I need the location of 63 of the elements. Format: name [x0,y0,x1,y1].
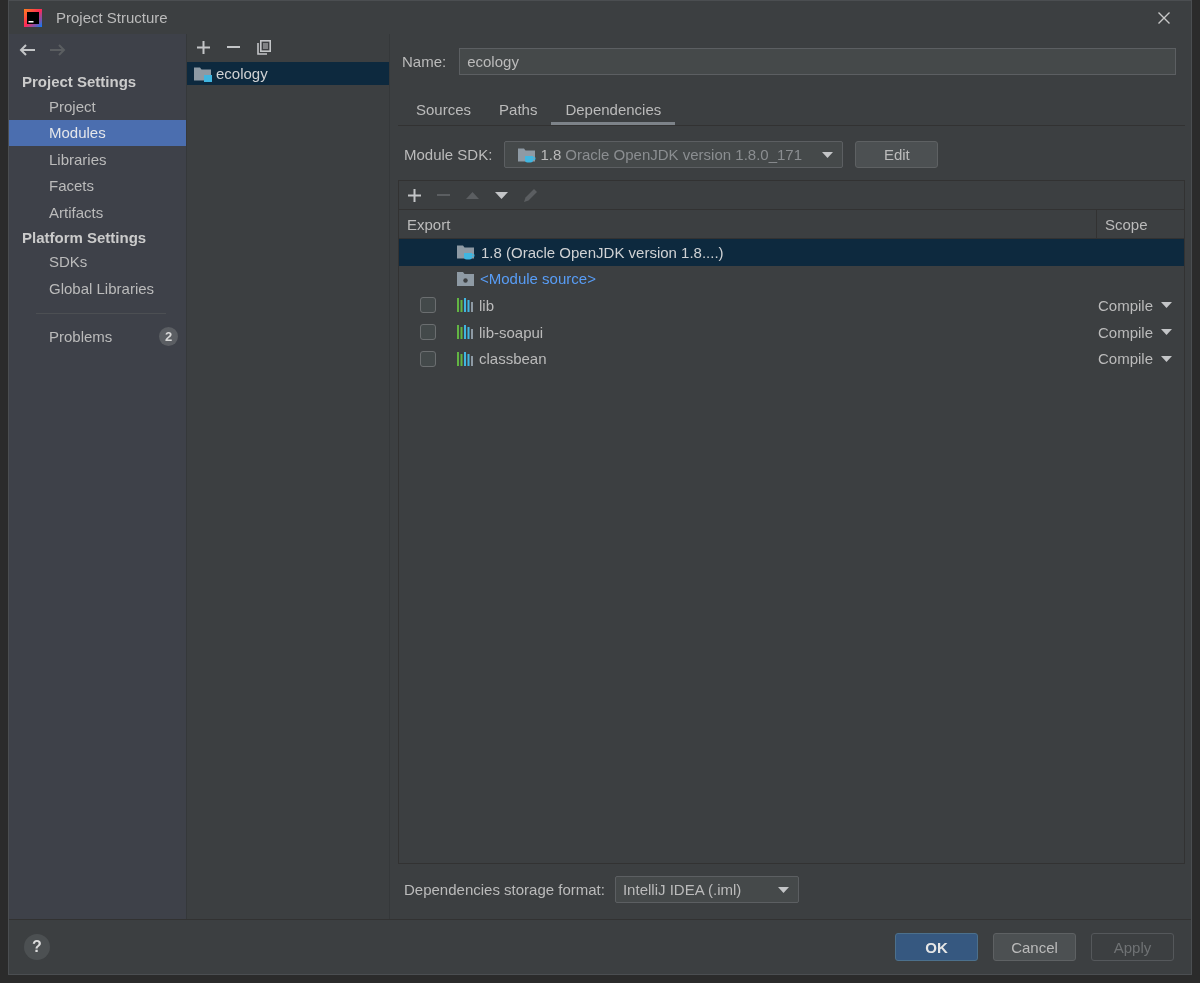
sidebar-item[interactable]: Problems 2 [9,323,186,350]
add-icon[interactable] [197,40,210,54]
help-button[interactable]: ? [24,934,50,960]
table-row[interactable]: lib-soapui Compile [399,318,1184,346]
dependency-name: lib [479,297,494,314]
storage-format-dropdown[interactable]: IntelliJ IDEA (.iml) [614,876,799,903]
sidebar-item[interactable]: Facets [9,172,186,199]
dependency-name: lib-soapui [479,323,544,341]
window-title: Project Structure [56,9,169,26]
caret-icon [1161,329,1173,336]
bars-icon [457,325,473,340]
count-badge: 2 [159,327,178,347]
checkbox[interactable] [420,350,436,367]
close-icon[interactable] [1158,11,1170,24]
bars-icon [457,351,473,366]
sidebar-item[interactable]: Project [9,93,186,120]
table-row[interactable]: 1.8 (Oracle OpenJDK version 1.8....) [399,239,1184,266]
dependency-name: 1.8 (Oracle OpenJDK version 1.8....) [481,243,724,261]
sidebar-item[interactable]: Artifacts [9,199,186,226]
column-header: Scope [1105,215,1148,233]
edit-button[interactable]: Edit [855,141,939,168]
sdk-label: Module SDK: [404,146,493,163]
sidebar-item[interactable]: Modules [9,119,186,146]
move-down-icon[interactable] [495,191,508,199]
tab[interactable]: Paths [485,95,552,125]
table-row[interactable]: lib Compile [399,292,1184,319]
table-row[interactable]: classbean Compile [399,345,1184,372]
caret-icon [822,151,834,158]
back-arrow-icon[interactable] [19,44,35,56]
scope-dropdown[interactable]: Compile [1098,350,1175,368]
dialog-button[interactable]: Cancel [993,933,1076,961]
app-icon [24,8,42,27]
checkbox[interactable] [420,297,436,314]
section-heading: Platform Settings [22,227,147,248]
bars-icon [457,298,473,313]
name-label: Name: [402,53,447,70]
folder-icon [457,244,475,261]
table-row[interactable]: <Module source> [399,265,1184,293]
folder-icon [194,65,212,82]
folder-icon [518,146,537,163]
caret-icon [1161,302,1173,309]
section-heading: Project Settings [22,72,137,92]
checkbox[interactable] [420,324,436,341]
dialog-button[interactable]: OK [895,933,978,961]
sidebar-item[interactable]: SDKs [9,248,186,275]
folder-icon [457,271,474,286]
dependency-name: classbean [479,350,547,368]
storage-format-label: Dependencies storage format: [404,881,605,898]
sdk-dropdown[interactable]: 1.8 Oracle OpenJDK version 1.8.0_171 [504,141,844,168]
dependency-name: <Module source> [480,270,596,288]
scope-dropdown[interactable]: Compile [1098,323,1175,341]
tab[interactable]: Dependencies [551,95,676,125]
tab[interactable]: Sources [402,95,486,125]
sidebar-item[interactable]: Libraries [9,146,186,173]
column-header: Export [407,215,451,233]
caret-icon [777,886,789,893]
module-item[interactable]: ecology [187,62,389,85]
add-icon[interactable] [408,188,421,202]
scope-dropdown[interactable]: Compile [1098,297,1175,314]
copy-icon[interactable] [257,39,271,55]
caret-icon [1161,355,1173,362]
name-field[interactable]: ecology [459,48,1176,75]
sidebar-item[interactable]: Global Libraries [9,275,186,302]
